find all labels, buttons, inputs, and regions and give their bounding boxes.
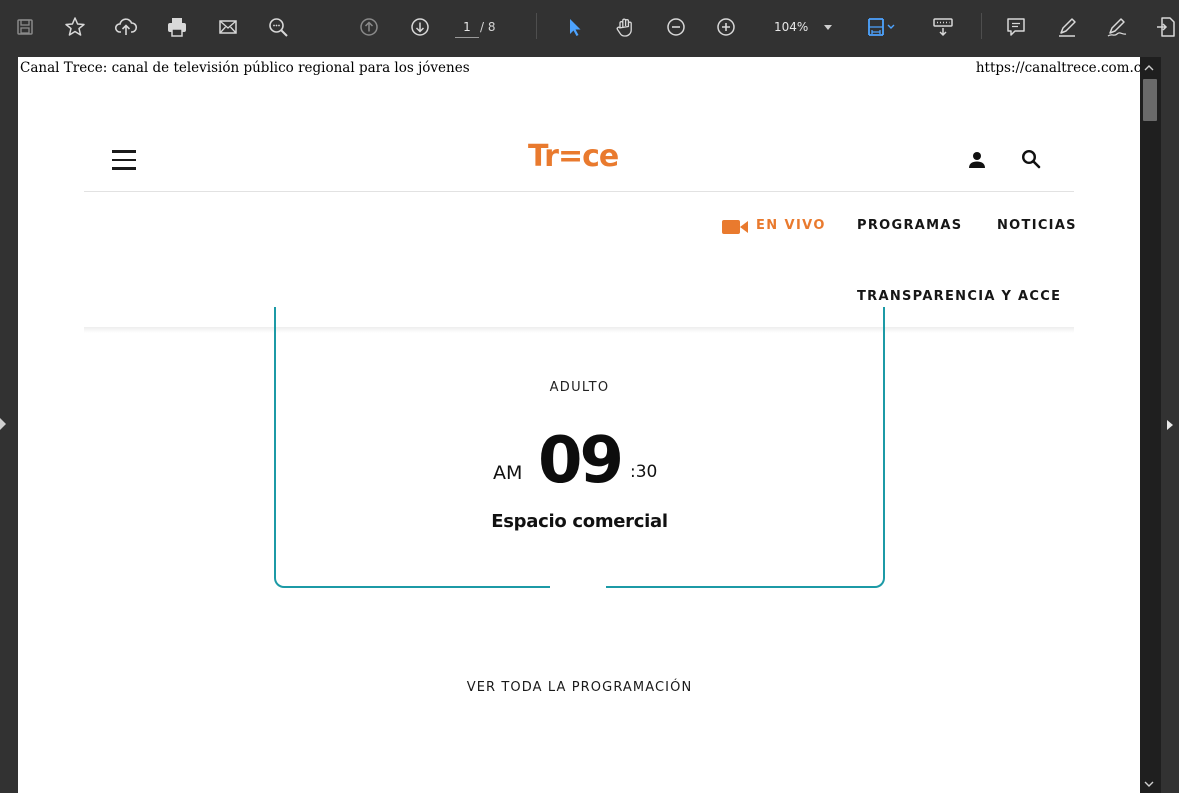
nav-live-label: EN VIVO	[756, 218, 826, 233]
user-account-icon[interactable]	[967, 150, 987, 170]
scroll-down-icon[interactable]	[1144, 779, 1154, 789]
schedule-hour: 09	[538, 424, 624, 498]
next-page-icon[interactable]	[407, 14, 433, 40]
view-all-schedule-link[interactable]: VER TODA LA PROGRAMACIÓN	[274, 680, 885, 695]
print-header-title: Canal Trece: canal de televisión público…	[20, 60, 470, 76]
sign-icon[interactable]	[1104, 14, 1130, 40]
hand-pan-icon[interactable]	[612, 14, 638, 40]
print-header-url: https://canaltrece.com.co/	[975, 60, 1140, 76]
previous-page-icon[interactable]	[356, 14, 382, 40]
upload-cloud-icon[interactable]	[113, 14, 139, 40]
toolbar-divider	[536, 13, 537, 39]
print-icon[interactable]	[164, 14, 190, 40]
scroll-up-icon[interactable]	[1144, 63, 1154, 73]
schedule-show-title: Espacio comercial	[491, 511, 668, 532]
schedule-category: ADULTO	[549, 380, 610, 395]
zoom-out-icon[interactable]	[663, 14, 689, 40]
schedule-ampm: AM	[493, 462, 523, 484]
schedule-card-notch	[550, 583, 606, 591]
zoom-in-icon[interactable]	[713, 14, 739, 40]
chevron-down-icon	[824, 25, 832, 30]
nav-item-noticias[interactable]: NOTICIAS	[997, 218, 1077, 233]
right-panel-toggle-icon[interactable]	[1167, 420, 1173, 430]
email-icon[interactable]	[215, 14, 241, 40]
header-divider	[84, 191, 1074, 192]
export-icon[interactable]	[1153, 14, 1179, 40]
pdf-toolbar: 1 / 8 104%	[0, 0, 1179, 57]
pdf-page: Canal Trece: canal de televisión público…	[18, 57, 1140, 793]
toolbar-divider	[981, 13, 982, 39]
zoom-search-icon[interactable]	[265, 14, 291, 40]
bookmark-star-icon[interactable]	[62, 14, 88, 40]
zoom-value: 104%	[774, 20, 809, 34]
select-cursor-icon[interactable]	[561, 14, 587, 40]
page-number-input[interactable]: 1	[455, 16, 479, 38]
nav-item-programas[interactable]: PROGRAMAS	[857, 218, 962, 233]
zoom-select[interactable]: 104%	[766, 16, 836, 38]
left-panel-toggle-icon[interactable]	[0, 418, 6, 430]
schedule-minutes: :30	[630, 462, 658, 482]
fit-page-icon[interactable]	[864, 14, 898, 40]
nav-item-transparencia[interactable]: TRANSPARENCIA Y ACCE	[857, 289, 1061, 304]
hamburger-menu-icon[interactable]	[112, 150, 138, 170]
page-total: / 8	[480, 20, 496, 34]
video-camera-icon	[722, 220, 748, 234]
vertical-scrollbar[interactable]	[1140, 57, 1161, 793]
trece-logo[interactable]: Tr=ce	[528, 139, 619, 174]
scrollbar-thumb[interactable]	[1143, 79, 1157, 121]
highlight-pen-icon[interactable]	[1054, 14, 1080, 40]
search-icon[interactable]	[1020, 148, 1042, 170]
read-mode-icon[interactable]	[930, 14, 956, 40]
save-icon[interactable]	[12, 14, 38, 40]
comment-icon[interactable]	[1003, 14, 1029, 40]
